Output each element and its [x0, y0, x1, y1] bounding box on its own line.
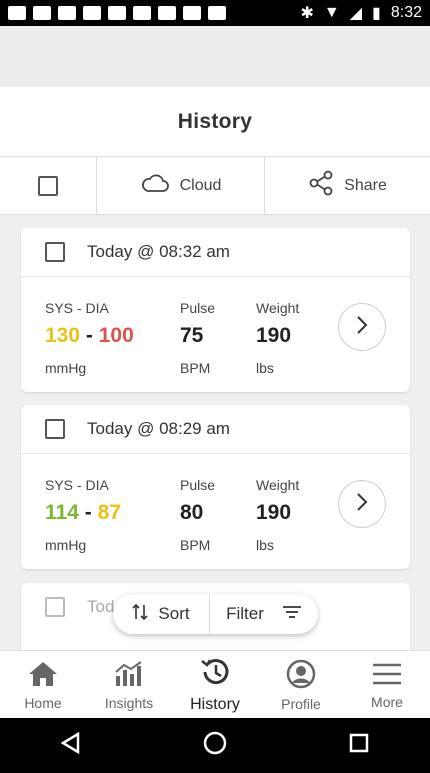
bottom-navigation: Home Insights History Profile More: [0, 650, 430, 719]
youtube-icon: [208, 6, 226, 20]
mail-icon: [58, 6, 76, 20]
history-icon: [199, 657, 231, 692]
record-checkbox[interactable]: [45, 597, 65, 617]
bp-separator: -: [84, 501, 92, 524]
weight-value: 190: [256, 501, 292, 524]
weight-unit: lbs: [256, 360, 274, 376]
bp-unit: mmHg: [45, 537, 87, 553]
nav-insights-label: Insights: [104, 694, 154, 711]
cloud-icon: [140, 172, 170, 199]
record-checkbox[interactable]: [45, 242, 65, 262]
select-all-checkbox[interactable]: [38, 175, 58, 196]
home-icon: [27, 660, 59, 691]
recents-icon[interactable]: [348, 732, 370, 759]
sort-button[interactable]: Sort: [113, 594, 210, 634]
record-detail-button[interactable]: [338, 303, 386, 351]
record-date: Today @ 08:32 am: [87, 242, 230, 261]
home-button-icon[interactable]: [203, 731, 227, 760]
sys-value: 114: [45, 501, 79, 524]
notification-icons: [0, 6, 226, 20]
record-date: Today @ 08:29 am: [87, 419, 230, 438]
sys-value: 130: [45, 324, 81, 347]
bp-unit: mmHg: [45, 360, 87, 376]
chat-icon: [8, 6, 26, 20]
chevron-right-icon: [355, 492, 369, 517]
clock: 8:32: [390, 4, 422, 21]
cloud-label: Cloud: [179, 176, 222, 194]
sort-label: Sort: [158, 604, 190, 623]
pulse-label: Pulse: [180, 477, 216, 493]
spacer: [0, 26, 430, 87]
cloud-button[interactable]: Cloud: [97, 157, 265, 214]
status-bar: ✱ ▼ ◢ ▮ 8:32: [0, 0, 430, 26]
sys-dia-label: SYS - DIA: [45, 300, 109, 316]
chart-icon: [113, 660, 145, 691]
menu-icon: [371, 661, 403, 690]
back-icon[interactable]: [60, 731, 82, 759]
weight-label: Weight: [256, 300, 300, 316]
battery-icon: ▮: [372, 5, 381, 22]
page-header: History: [0, 87, 430, 157]
toolbar: Cloud Share: [0, 157, 430, 215]
record-date: Tod: [87, 597, 115, 616]
filter-icon: [282, 604, 302, 624]
profile-icon: [285, 659, 317, 692]
bp-separator: -: [85, 324, 93, 347]
dia-value: 87: [97, 501, 121, 524]
pulse-unit: BPM: [180, 537, 211, 553]
sys-dia-label: SYS - DIA: [45, 477, 109, 493]
sort-icon: [132, 603, 148, 626]
pulse-unit: BPM: [180, 360, 211, 376]
youtube-icon: [158, 6, 176, 20]
history-record-card[interactable]: Today @ 08:29 am SYS - DIA 114 - 87 mmHg…: [21, 405, 410, 569]
nav-profile-label: Profile: [281, 695, 321, 712]
pulse-label: Pulse: [180, 300, 216, 316]
nav-more-label: More: [371, 693, 403, 710]
nav-history[interactable]: History: [172, 651, 258, 719]
youtube-icon: [183, 6, 201, 20]
system-navigation-bar: [0, 718, 430, 773]
nav-history-label: History: [190, 695, 240, 713]
select-all-cell[interactable]: [0, 157, 97, 214]
filter-button[interactable]: Filter: [210, 594, 318, 634]
weight-unit: lbs: [256, 537, 274, 553]
youtube-icon: [133, 6, 151, 20]
bluetooth-icon: ✱: [300, 5, 314, 22]
nav-profile[interactable]: Profile: [258, 651, 344, 719]
sort-filter-bar: Sort Filter: [113, 594, 318, 634]
share-icon: [308, 170, 334, 201]
record-checkbox[interactable]: [45, 419, 65, 439]
share-button[interactable]: Share: [265, 157, 430, 214]
nav-home[interactable]: Home: [0, 651, 86, 719]
signal-icon: ◢: [349, 5, 363, 22]
nav-more[interactable]: More: [344, 651, 430, 719]
pulse-value: 75: [180, 324, 204, 347]
share-label: Share: [344, 176, 387, 194]
weight-value: 190: [256, 324, 292, 347]
page-title: History: [177, 109, 253, 133]
chevron-right-icon: [355, 315, 369, 340]
youtube-icon: [108, 6, 126, 20]
image-icon: [83, 6, 101, 20]
pulse-value: 80: [180, 501, 204, 524]
mail-icon: [33, 6, 51, 20]
wifi-icon: ▼: [323, 4, 340, 21]
record-detail-button[interactable]: [338, 480, 386, 528]
nav-home-label: Home: [24, 694, 62, 711]
nav-insights[interactable]: Insights: [86, 651, 172, 719]
weight-label: Weight: [256, 477, 300, 493]
filter-label: Filter: [226, 604, 264, 623]
dia-value: 100: [98, 324, 134, 347]
history-record-card[interactable]: Today @ 08:32 am SYS - DIA 130 - 100 mmH…: [21, 228, 410, 392]
